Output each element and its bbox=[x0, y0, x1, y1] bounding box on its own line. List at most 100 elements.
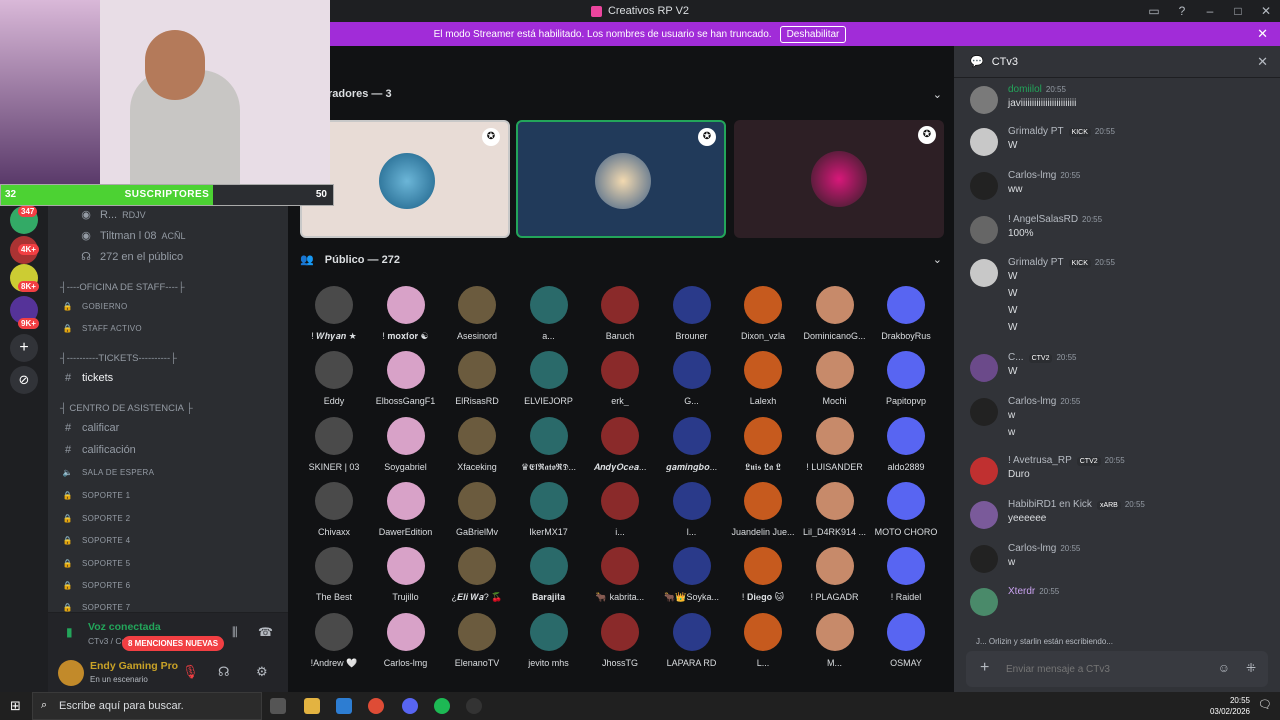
audience-member[interactable]: ElbossGangF1 bbox=[370, 351, 442, 406]
audience-member[interactable]: ElRisasRD bbox=[441, 351, 513, 406]
public-header[interactable]: 👥 Público — 272 bbox=[300, 253, 400, 266]
headset-icon[interactable]: ☊ bbox=[218, 664, 230, 680]
audience-member[interactable]: DominicanoG... bbox=[799, 286, 871, 341]
audience-member[interactable]: i... bbox=[584, 481, 656, 537]
add-server-icon[interactable]: + bbox=[10, 334, 38, 362]
audience-member[interactable]: Juandelin Jue... bbox=[727, 481, 799, 537]
voice-status[interactable]: Voz conectada bbox=[88, 621, 161, 633]
audience-member[interactable]: ! Raidel bbox=[870, 547, 942, 602]
audience-member[interactable]: Chivaxx bbox=[298, 481, 370, 537]
channel-calificar[interactable]: # calificar bbox=[60, 422, 119, 434]
channel-tickets[interactable]: # tickets bbox=[60, 372, 113, 384]
system-clock[interactable]: 20:55 03/02/2026 bbox=[1210, 695, 1250, 717]
category-staff[interactable]: ┤----OFICINA DE STAFF----├ bbox=[60, 282, 185, 293]
audience-member[interactable]: 𝐁𝐚𝐫𝐚𝐣𝐢𝐭𝐚 bbox=[513, 547, 585, 603]
soundboard-icon[interactable]: ⫼ bbox=[232, 625, 238, 640]
chat-author[interactable]: C... bbox=[1008, 352, 1024, 363]
channel-staff-activo[interactable]: 🔒 STAFF ACTIVO bbox=[60, 324, 142, 333]
avatar[interactable] bbox=[970, 128, 998, 156]
avatar[interactable] bbox=[970, 545, 998, 573]
stage-user[interactable]: ◉ R... RDJV bbox=[78, 208, 145, 222]
close-window-button[interactable]: ✕ bbox=[1252, 4, 1280, 18]
audience-member[interactable]: Brouner bbox=[656, 286, 728, 341]
avatar[interactable] bbox=[58, 660, 84, 686]
audience-member[interactable]: IkerMX17 bbox=[513, 481, 585, 537]
audience-member[interactable]: 𝕷𝖚𝖎𝖘 𝕷𝖆 𝕷 bbox=[727, 416, 799, 473]
file-explorer-icon[interactable] bbox=[304, 698, 320, 714]
channel-soporte[interactable]: 🔒 SOPORTE 2 bbox=[60, 514, 130, 523]
chat-author[interactable]: Carlos-lmg bbox=[1008, 170, 1056, 181]
audience-member[interactable]: Dixon_vzla bbox=[727, 286, 799, 341]
audience-member[interactable]: Baruch bbox=[584, 286, 656, 341]
audience-member[interactable]: L... bbox=[727, 612, 799, 668]
audience-member[interactable]: OSMAY bbox=[870, 612, 942, 668]
audience-member[interactable]: ! 𝐃𝐢𝐞𝐠𝐨 🐱 bbox=[727, 547, 799, 603]
store-icon[interactable] bbox=[336, 698, 352, 714]
audience-member[interactable]: Eddy bbox=[298, 351, 370, 406]
username[interactable]: Endy Gaming Pro bbox=[90, 660, 178, 672]
audience-count[interactable]: ☊ 272 en el público bbox=[78, 250, 183, 264]
audience-member[interactable]: GaBrielMv bbox=[441, 481, 513, 537]
avatar[interactable] bbox=[970, 172, 998, 200]
audience-member[interactable]: Xfaceking bbox=[441, 416, 513, 472]
audience-member[interactable]: Asesinord bbox=[441, 286, 513, 341]
avatar[interactable] bbox=[970, 588, 998, 616]
channel-soporte[interactable]: 🔒 SOPORTE 1 bbox=[60, 491, 130, 500]
settings-gear-icon[interactable]: ⚙ bbox=[256, 664, 268, 680]
avatar[interactable] bbox=[970, 354, 998, 382]
audience-member[interactable]: M... bbox=[799, 612, 871, 668]
audience-member[interactable]: 🐂 kabrita... bbox=[584, 547, 656, 603]
chat-author[interactable]: ! AngelSalasRD bbox=[1008, 214, 1078, 225]
stage-user[interactable]: ◉ Tiltman l 08 ACÑL bbox=[78, 229, 185, 243]
audience-member[interactable]: Lalexh bbox=[727, 351, 799, 406]
audience-member[interactable]: Soygabriel bbox=[370, 416, 442, 472]
chat-author[interactable]: Grimaldy PT bbox=[1008, 126, 1064, 137]
audience-member[interactable]: Mochi bbox=[799, 351, 871, 406]
audience-member[interactable]: MOTO CHORO bbox=[870, 481, 942, 537]
chat-author[interactable]: Xterdr bbox=[1008, 586, 1035, 597]
audience-member[interactable]: Carlos-lmg bbox=[370, 612, 442, 668]
channel-soporte[interactable]: 🔒 SOPORTE 5 bbox=[60, 559, 130, 568]
audience-member[interactable]: 🐂👑Soyka... bbox=[656, 547, 728, 603]
audience-member[interactable]: aldo2889 bbox=[870, 416, 942, 472]
audience-member[interactable]: l... bbox=[656, 481, 728, 537]
audience-member[interactable]: JhossTG bbox=[584, 612, 656, 668]
inbox-icon[interactable]: ▭ bbox=[1140, 4, 1168, 18]
apps-icon[interactable]: ⁜ bbox=[1246, 661, 1256, 675]
audience-member[interactable]: Lil_D4RK914 ... bbox=[799, 481, 871, 537]
speaker-tile[interactable]: ✪ bbox=[734, 120, 944, 238]
spotify-icon[interactable] bbox=[434, 698, 450, 714]
disable-streamer-button[interactable]: Deshabilitar bbox=[779, 25, 847, 43]
audience-member[interactable]: a... bbox=[513, 286, 585, 341]
mic-muted-icon[interactable]: 🎙 bbox=[182, 664, 199, 680]
audience-member[interactable]: DawerEdition bbox=[370, 481, 442, 537]
audience-member[interactable]: erk_ bbox=[584, 351, 656, 406]
emoji-icon[interactable]: ☺ bbox=[1218, 661, 1230, 675]
audience-member[interactable]: SKINER | 03 bbox=[298, 416, 370, 472]
chat-author[interactable]: domiilol bbox=[1008, 84, 1042, 95]
notifications-icon[interactable]: 🗨 bbox=[1258, 698, 1272, 711]
avatar[interactable] bbox=[970, 398, 998, 426]
channel-calificacion[interactable]: # calificación bbox=[60, 444, 136, 456]
audience-member[interactable]: ♛𝕰𝖑𝕽𝖆𝖙𝖔𝕽𝕯... bbox=[513, 416, 585, 473]
speaker-tile[interactable]: ✪ bbox=[300, 120, 510, 238]
discord-icon[interactable] bbox=[402, 698, 418, 714]
chat-message-input[interactable] bbox=[1006, 660, 1206, 678]
audience-member[interactable]: ELVIEJORP bbox=[513, 351, 585, 406]
disconnect-icon[interactable]: ☎ bbox=[258, 625, 273, 639]
audience-member[interactable]: LAPARA RD bbox=[656, 612, 728, 668]
audience-member[interactable]: DrakboyRus bbox=[870, 286, 942, 341]
close-chat-icon[interactable]: ✕ bbox=[1257, 54, 1268, 70]
maximize-button[interactable]: □ bbox=[1224, 4, 1252, 18]
audience-member[interactable]: ! LUISANDER bbox=[799, 416, 871, 472]
category-tickets[interactable]: ┤----------TICKETS----------├ bbox=[60, 353, 177, 364]
category-asistencia[interactable]: ┤ CENTRO DE ASISTENCIA ├ bbox=[60, 403, 193, 414]
task-view-icon[interactable] bbox=[270, 698, 286, 714]
help-icon[interactable]: ? bbox=[1168, 4, 1196, 18]
speakers-header[interactable]: radores — 3 bbox=[328, 88, 392, 100]
chevron-down-icon[interactable]: ⌄ bbox=[933, 88, 942, 101]
channel-soporte[interactable]: 🔒 SOPORTE 4 bbox=[60, 536, 130, 545]
avatar[interactable] bbox=[970, 86, 998, 114]
channel-soporte[interactable]: 🔒 SOPORTE 6 bbox=[60, 581, 130, 590]
channel-soporte[interactable]: 🔒 SOPORTE 7 bbox=[60, 603, 130, 612]
